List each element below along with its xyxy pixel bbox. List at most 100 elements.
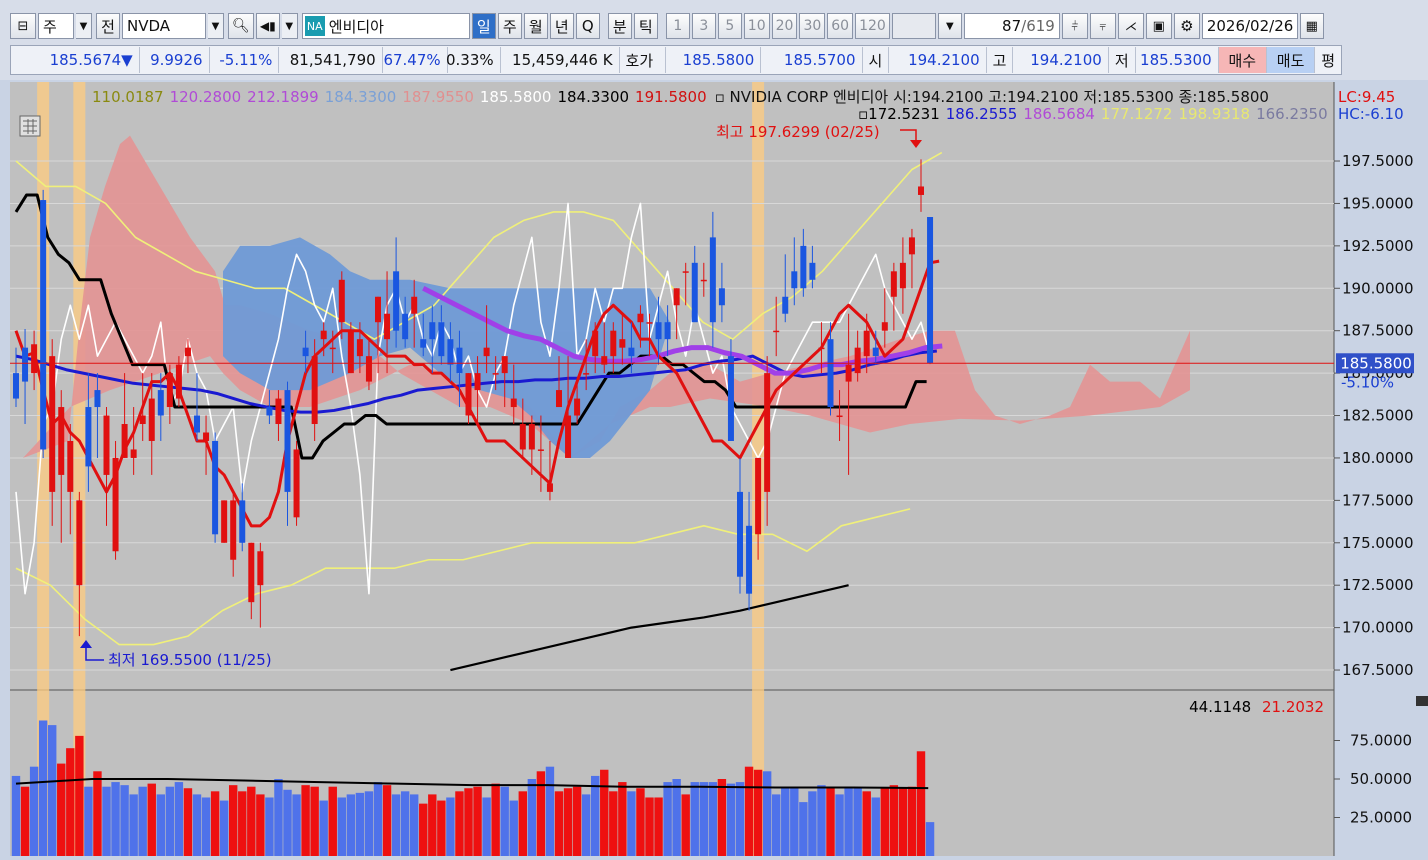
interval-tabs: 일주월년Q분틱 (471, 13, 660, 39)
volume-bar (84, 786, 93, 856)
chevron-down-icon[interactable]: ▼ (281, 13, 298, 39)
candle-body (890, 271, 897, 297)
minute-option-7[interactable]: 120 (855, 13, 890, 39)
quote-price-value: 185.5674 (49, 51, 122, 69)
price-chart[interactable]: 197.5000 195.0000 192.5000 190.0000 187.5000… (10, 82, 1428, 856)
symbol-input[interactable]: NVDA (122, 13, 206, 39)
legend-value: 120.2800 (170, 88, 242, 106)
gear-icon[interactable]: ⚙ (1173, 13, 1200, 39)
candle-body (908, 237, 915, 255)
volume-bar (247, 786, 256, 856)
candle-body (800, 245, 807, 289)
date-input[interactable]: 2026/02/26 (1201, 13, 1298, 39)
legend-value: 110.0187 (92, 88, 164, 106)
minute-option-0[interactable]: 1 (665, 13, 690, 39)
custom-minute-input[interactable] (891, 13, 936, 39)
chevron-down-icon[interactable]: ▼ (76, 13, 92, 39)
save-icon[interactable]: ▣ (1145, 13, 1172, 39)
candle-body (438, 322, 445, 357)
candle-body (881, 322, 888, 331)
volume-bar (391, 794, 401, 856)
candle-body (773, 330, 780, 333)
interval-tab-5[interactable]: 분 (607, 13, 632, 39)
candle-body (583, 373, 590, 375)
candle-body (221, 500, 228, 543)
y-tick-label: 172.5000 (1342, 576, 1414, 594)
minute-option-5[interactable]: 30 (799, 13, 826, 39)
candle-body (194, 415, 200, 433)
prev-button[interactable]: 전 (96, 13, 120, 39)
eval-button[interactable]: 평 (1315, 47, 1341, 73)
candle-body (863, 330, 870, 357)
candle-body (320, 330, 327, 340)
volume-bar (210, 791, 220, 856)
y-tick-label: 197.5000 (1342, 152, 1414, 170)
speaker-icon[interactable]: ◀▮ (255, 13, 280, 39)
candle-body (546, 483, 553, 492)
candle-body (727, 356, 734, 441)
candle-body (112, 457, 119, 552)
volume-bar (337, 797, 346, 856)
candle-body (130, 449, 137, 458)
candle-body (139, 415, 146, 425)
lc-label: LC:9.45 (1338, 88, 1395, 106)
interval-tab-0[interactable]: 일 (471, 13, 496, 39)
candle-body (899, 262, 906, 289)
candle-body (411, 296, 418, 314)
calendar-icon[interactable]: ▦ (1299, 13, 1324, 39)
layout-icon[interactable]: ⊟ (10, 13, 36, 39)
volume-bar (355, 792, 365, 856)
y-tick-label: 195.0000 (1342, 194, 1414, 212)
volume-bar (410, 794, 419, 856)
minute-option-4[interactable]: 20 (771, 13, 798, 39)
search-icon[interactable]: 🔍︎ (228, 13, 254, 39)
pane-close-icon[interactable] (1416, 696, 1428, 706)
chevron-down-icon[interactable]: ▼ (208, 13, 224, 39)
candle-body (818, 347, 825, 350)
interval-tab-3[interactable]: 년 (549, 13, 574, 39)
minute-option-2[interactable]: 5 (717, 13, 742, 39)
sell-button[interactable]: 매도 (1266, 47, 1316, 73)
volume-bar (138, 786, 147, 856)
interval-tab-1[interactable]: 주 (497, 13, 522, 39)
candle-body (927, 217, 934, 364)
chevron-down-icon[interactable]: ▼ (937, 13, 962, 39)
stock-name-field[interactable]: NA 엔비디아 (301, 13, 470, 39)
volume-bar (618, 782, 627, 856)
volume-bar (563, 788, 573, 856)
legend-value: ▫172.5231 (858, 105, 940, 123)
volume-bar (826, 788, 835, 856)
count-field[interactable]: 87 /619 (963, 13, 1060, 39)
open-label: 시 (863, 47, 890, 73)
candle-body (574, 398, 581, 416)
volume-bar (817, 785, 826, 856)
volume-bar (29, 766, 39, 856)
candle-style-icon[interactable]: ⫧ (1089, 13, 1116, 39)
chart-area[interactable]: 197.5000 195.0000 192.5000 190.0000 187.5000… (10, 82, 1428, 856)
interval-tab-4[interactable]: Q (575, 13, 600, 39)
quote-bid: 185.5700 (761, 47, 863, 73)
volume-bar (219, 800, 229, 856)
minute-option-6[interactable]: 60 (827, 13, 854, 39)
candle-toggle-icon[interactable]: ⫩ (1061, 13, 1088, 39)
volume-bar (907, 786, 917, 856)
candle-body (157, 390, 164, 416)
buy-button[interactable]: 매수 (1218, 47, 1267, 73)
candle-body (465, 373, 472, 416)
quote-high: 194.2100 (1013, 47, 1109, 73)
period-select[interactable]: 주 (38, 13, 74, 39)
candle-body (375, 296, 381, 323)
quote-open: 194.2100 (889, 47, 987, 73)
minute-option-1[interactable]: 3 (691, 13, 716, 39)
minute-option-3[interactable]: 10 (743, 13, 770, 39)
line-style-icon[interactable]: ⋌ (1117, 13, 1144, 39)
volume-bar (925, 822, 935, 856)
candle-body (872, 347, 879, 357)
interval-tab-6[interactable]: 틱 (633, 13, 658, 39)
interval-tab-2[interactable]: 월 (523, 13, 548, 39)
candle-body (148, 398, 155, 441)
candle-body (329, 347, 336, 350)
volume-bar (301, 785, 310, 856)
candle-body (402, 313, 409, 340)
stock-name: 엔비디아 (328, 17, 384, 36)
